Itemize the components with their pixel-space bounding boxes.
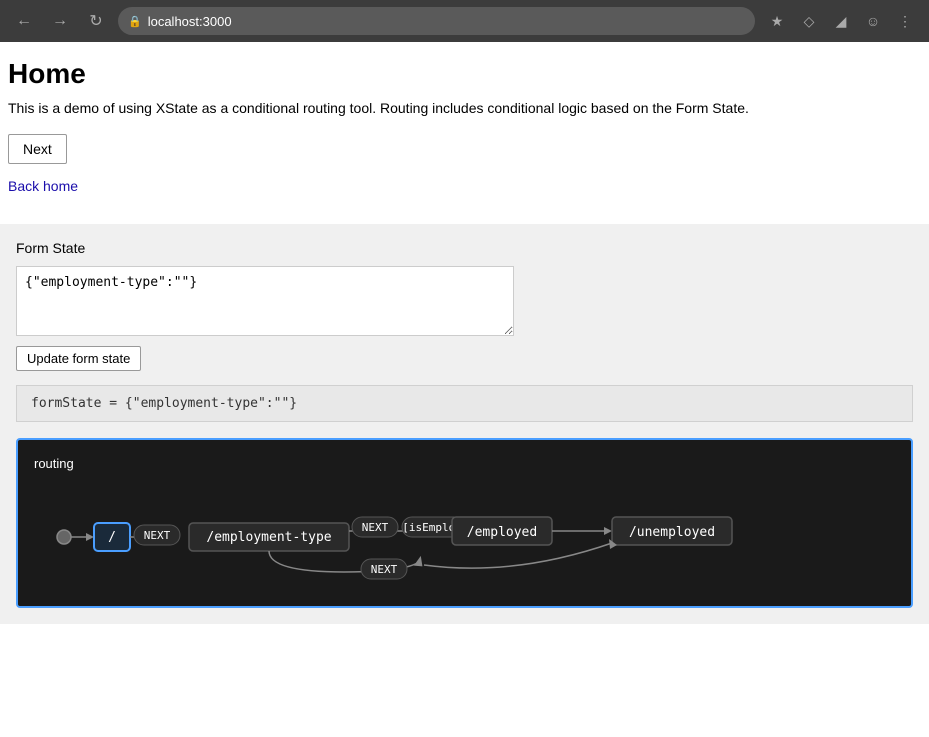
page-content: Home This is a demo of using XState as a…	[0, 42, 929, 640]
routing-diagram-title: routing	[34, 456, 895, 471]
browser-actions: ★ ◇ ◢ ☺ ⋮	[763, 7, 919, 35]
page-title: Home	[8, 58, 921, 90]
arrow-unemployed-head	[604, 527, 612, 535]
routing-svg: / NEXT /employment-type NEXT [isEmpl	[34, 487, 854, 587]
curve-unemployed-2	[424, 543, 612, 568]
extensions-button[interactable]: ◢	[827, 7, 855, 35]
node-root-label: /	[108, 530, 116, 545]
node-employed-label: /employed	[467, 525, 537, 540]
back-button[interactable]: ←	[10, 7, 38, 35]
initial-dot	[57, 530, 71, 544]
url-text: localhost:3000	[148, 14, 232, 29]
page-description: This is a demo of using XState as a cond…	[8, 100, 921, 116]
node-unemployed-label: /unemployed	[629, 525, 715, 540]
back-home-link[interactable]: Back home	[8, 178, 921, 194]
form-state-label: Form State	[16, 240, 913, 256]
transition-next-employed-label: NEXT	[362, 521, 389, 534]
form-state-panel: Form State Update form state formState =…	[0, 224, 929, 624]
lock-icon: 🔒	[128, 15, 142, 28]
transition-next-1-label: NEXT	[144, 529, 171, 542]
routing-diagram: routing / NEXT /employment-type	[16, 438, 913, 608]
address-bar[interactable]: 🔒 localhost:3000	[118, 7, 755, 35]
form-state-textarea[interactable]	[16, 266, 514, 336]
next-button[interactable]: Next	[8, 134, 67, 164]
init-arrow	[86, 533, 94, 541]
form-state-display: formState = {"employment-type":""}	[16, 385, 913, 422]
node-employment-type-label: /employment-type	[206, 530, 331, 545]
profile-button[interactable]: ◇	[795, 7, 823, 35]
menu-button[interactable]: ⋮	[891, 7, 919, 35]
browser-chrome: ← → ↻ 🔒 localhost:3000 ★ ◇ ◢ ☺ ⋮	[0, 0, 929, 42]
forward-button[interactable]: →	[46, 7, 74, 35]
account-button[interactable]: ☺	[859, 7, 887, 35]
reload-button[interactable]: ↻	[82, 7, 110, 35]
bookmark-star-button[interactable]: ★	[763, 7, 791, 35]
curve-unemployed-head	[413, 556, 427, 570]
update-form-state-button[interactable]: Update form state	[16, 346, 141, 371]
transition-next-unemployed-label: NEXT	[371, 563, 398, 576]
